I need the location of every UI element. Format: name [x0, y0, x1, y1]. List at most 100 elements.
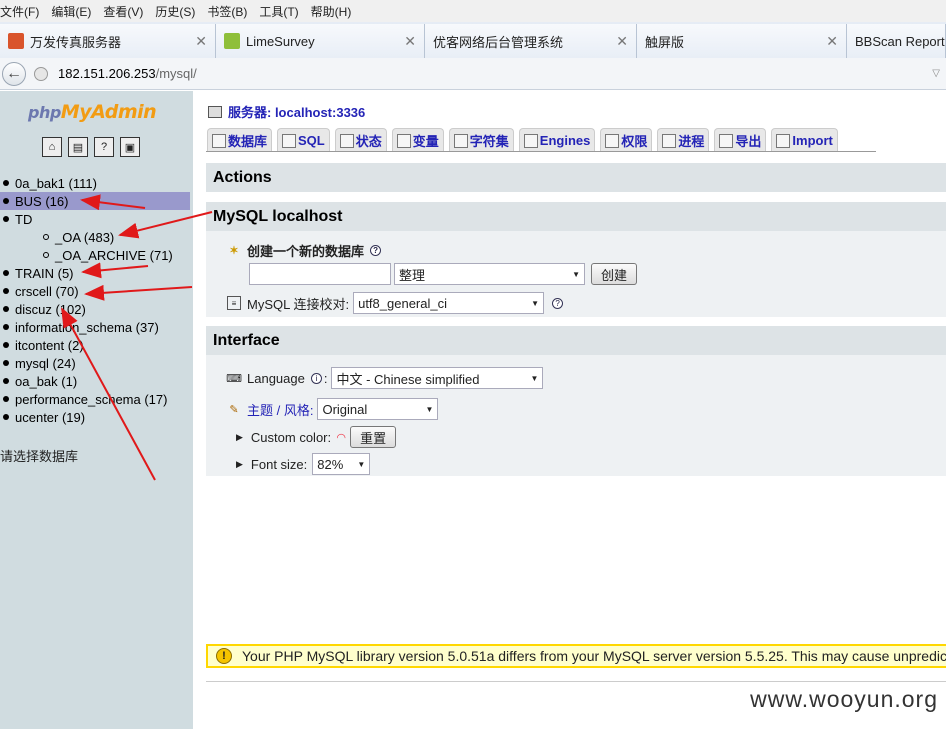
address-bar: ← 182.151.206.253/mysql/ ▽ [0, 58, 946, 90]
help-icon[interactable]: ? [370, 245, 382, 256]
help-icon[interactable]: ? [552, 297, 564, 309]
export-icon [719, 133, 734, 148]
version-warning: ! Your PHP MySQL library version 5.0.51a… [206, 644, 946, 668]
site-identity-icon[interactable] [34, 66, 48, 81]
expand-triangle-icon[interactable]: ▶ [236, 432, 243, 443]
sql-icon [282, 133, 297, 148]
server-label: 服务器: localhost:3336 [228, 105, 366, 120]
bullet-icon [43, 252, 49, 258]
nav-icon-row: ⌂ ▤ ? ▣ [42, 137, 140, 157]
docs-icon[interactable]: ▣ [120, 137, 140, 157]
font-size-select[interactable]: 82% ▼ [312, 453, 371, 475]
sql-query-icon[interactable]: ▤ [68, 137, 88, 157]
database-label: crscell (70) [15, 283, 79, 299]
processes-icon [662, 133, 677, 148]
menu-file[interactable]: 文件(F) [0, 3, 45, 20]
database-item[interactable]: _OA_ARCHIVE (71) [0, 246, 193, 264]
database-item[interactable]: performance_schema (17) [0, 390, 193, 408]
browser-tab-bar: 万发传真服务器 ✕ LimeSurvey ✕ 优客网络后台管理系统 ✕ 触屏版 … [0, 22, 946, 58]
database-item[interactable]: 0a_bak1 (111) [0, 174, 193, 192]
database-item[interactable]: crscell (70) [0, 282, 193, 300]
database-label: ucenter (19) [15, 409, 86, 425]
navigation-panel: phpMyAdmin ⌂ ▤ ? ▣ 0a_bak1 (111) BUS (16)… [0, 91, 193, 729]
divider [206, 681, 946, 682]
close-icon[interactable]: ✕ [404, 33, 416, 50]
expand-triangle-icon[interactable]: ▶ [236, 459, 243, 470]
database-item[interactable]: _OA (483) [0, 228, 193, 246]
database-item[interactable]: TRAIN (5) [0, 264, 193, 282]
tab-charsets[interactable]: 字符集 [448, 128, 514, 152]
reset-color-button[interactable]: 重置 [350, 426, 397, 448]
browser-tab-bbscan[interactable]: BBScan Report [847, 24, 946, 58]
tab-privileges[interactable]: 权限 [600, 128, 653, 152]
tab-processes[interactable]: 进程 [657, 128, 710, 152]
server-icon [208, 105, 222, 118]
engines-icon [523, 133, 538, 148]
tab-underline [206, 151, 876, 152]
theme-label[interactable]: 主题 / 风格: [247, 400, 313, 419]
url-field[interactable]: 182.151.206.253/mysql/ [58, 66, 197, 81]
create-db-label: 创建一个新的数据库 [247, 244, 365, 259]
database-label: performance_schema (17) [15, 391, 168, 407]
database-item[interactable]: information_schema (37) [0, 318, 193, 336]
database-item[interactable]: TD [0, 210, 193, 228]
database-item[interactable]: discuz (102) [0, 300, 193, 318]
language-select[interactable]: 中文 - Chinese simplified ▼ [331, 367, 544, 389]
browser-tab-limesurvey[interactable]: LimeSurvey ✕ [216, 24, 425, 58]
browser-tab-touch[interactable]: 触屏版 ✕ [637, 24, 847, 58]
theme-select[interactable]: Original ▼ [317, 398, 439, 420]
language-label: Language [247, 370, 305, 386]
close-icon[interactable]: ✕ [195, 33, 207, 50]
database-label: discuz (102) [15, 301, 86, 317]
tab-import[interactable]: Import [771, 128, 838, 152]
menu-help[interactable]: 帮助(H) [311, 3, 358, 20]
menu-history[interactable]: 历史(S) [155, 3, 201, 20]
create-button[interactable]: 创建 [591, 263, 638, 285]
back-arrow-icon[interactable]: ← [2, 61, 26, 86]
database-icon [212, 133, 226, 148]
tab-title: 万发传真服务器 [30, 34, 122, 50]
warning-icon: ! [216, 648, 232, 664]
bullet-icon [3, 360, 9, 366]
chevron-down-icon[interactable]: ▽ [932, 68, 940, 79]
mysql-localhost-header: MySQL localhost [206, 202, 946, 231]
phpmyadmin-logo[interactable]: phpMyAdmin [28, 101, 157, 123]
database-item[interactable]: itcontent (2) [0, 336, 193, 354]
new-database-name-input[interactable] [249, 263, 391, 285]
browser-tab-fax[interactable]: 万发传真服务器 ✕ [0, 24, 216, 58]
status-icon [339, 133, 354, 148]
tab-variables[interactable]: 变量 [391, 128, 444, 152]
tab-databases[interactable]: 数据库 [207, 128, 273, 152]
connection-collation-select[interactable]: utf8_general_ci ▼ [353, 292, 545, 314]
collation-select[interactable]: 整理 ▼ [394, 263, 585, 285]
menu-bookmarks[interactable]: 书签(B) [207, 3, 253, 20]
database-label: 0a_bak1 (111) [15, 175, 97, 191]
database-item[interactable]: ucenter (19) [0, 408, 193, 426]
database-item[interactable]: mysql (24) [0, 354, 193, 372]
close-icon[interactable]: ✕ [826, 33, 838, 50]
database-label: itcontent (2) [15, 337, 84, 353]
tab-title: 触屏版 [645, 34, 685, 50]
tab-sql[interactable]: SQL [277, 128, 330, 152]
menu-edit[interactable]: 编辑(E) [51, 3, 97, 20]
database-list: 0a_bak1 (111) BUS (16) TD _OA (483) _OA_ARCH… [0, 174, 193, 426]
database-label: _OA_ARCHIVE (71) [55, 247, 173, 263]
help-icon[interactable]: ? [94, 137, 114, 157]
tab-engines[interactable]: Engines [518, 128, 596, 152]
tab-export[interactable]: 导出 [714, 128, 767, 152]
url-host: 182.151.206.253 [58, 66, 156, 81]
collation-icon: ≡ [227, 296, 241, 310]
close-icon[interactable]: ✕ [616, 33, 628, 50]
browser-tab-youke[interactable]: 优客网络后台管理系统 ✕ [425, 24, 637, 58]
info-icon[interactable]: i [310, 372, 322, 384]
database-item[interactable]: BUS (16) [0, 192, 190, 210]
server-breadcrumb[interactable]: 服务器: localhost:3336 [208, 102, 365, 121]
home-icon[interactable]: ⌂ [42, 137, 62, 157]
menu-view[interactable]: 查看(V) [103, 3, 149, 20]
database-item[interactable]: oa_bak (1) [0, 372, 193, 390]
database-label: _OA (483) [55, 229, 115, 245]
menu-tools[interactable]: 工具(T) [259, 3, 304, 20]
database-label: BUS (16) [15, 193, 69, 209]
tab-status[interactable]: 状态 [334, 128, 387, 152]
rainbow-icon[interactable]: ◠ [334, 430, 348, 444]
